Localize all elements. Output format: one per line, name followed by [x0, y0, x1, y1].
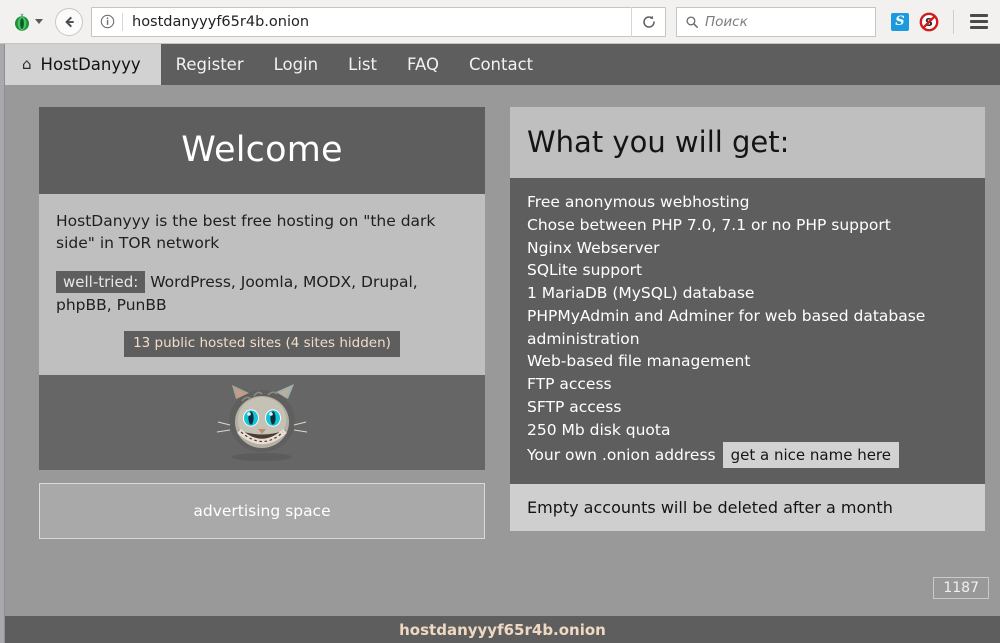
- page-viewport: ⌂ HostDanyyy Register Login List FAQ Con…: [0, 44, 1000, 643]
- list-item: SFTP access: [527, 396, 968, 419]
- left-column: Welcome HostDanyyy is the best free host…: [39, 107, 485, 539]
- chevron-down-icon: [35, 19, 43, 24]
- list-item: 1 MariaDB (MySQL) database: [527, 282, 968, 305]
- right-column: What you will get: Free anonymous webhos…: [510, 107, 985, 539]
- cheshire-cat-icon: [208, 381, 316, 463]
- toolbar-left-group: hostdanyyyf65r4b.onion Поиск: [8, 7, 876, 37]
- tor-onion-menu-button[interactable]: [8, 10, 47, 34]
- nav-item-login[interactable]: Login: [259, 44, 334, 85]
- url-text[interactable]: hostdanyyyf65r4b.onion: [123, 14, 631, 30]
- background-window-sliver: [0, 44, 5, 643]
- nav-item-register[interactable]: Register: [161, 44, 259, 85]
- back-arrow-icon: [61, 14, 77, 30]
- reload-icon: [641, 14, 657, 30]
- list-item: Free anonymous webhosting: [527, 191, 968, 214]
- list-item: Chose between PHP 7.0, 7.1 or no PHP sup…: [527, 214, 968, 237]
- get-nice-name-button[interactable]: get a nice name here: [723, 442, 899, 468]
- skype-extension-icon[interactable]: S: [891, 13, 909, 31]
- advertising-space-box[interactable]: advertising space: [39, 483, 485, 539]
- toolbar-divider: [953, 10, 954, 34]
- list-item: FTP access: [527, 373, 968, 396]
- list-item: SQLite support: [527, 259, 968, 282]
- welcome-panel-title: Welcome: [39, 107, 485, 194]
- list-item: Web-based file management: [527, 350, 968, 373]
- toolbar-right-group: S S: [891, 9, 992, 34]
- nav-item-list[interactable]: List: [333, 44, 392, 85]
- search-icon: [685, 15, 699, 29]
- back-button[interactable]: [55, 8, 83, 36]
- home-icon: ⌂: [22, 57, 32, 72]
- onion-logo-icon: [12, 12, 32, 32]
- footer-onion-address: hostdanyyyf65r4b.onion: [399, 621, 606, 639]
- welcome-intro-text: HostDanyyy is the best free hosting on "…: [56, 210, 468, 255]
- welcome-panel: Welcome HostDanyyy is the best free host…: [39, 107, 485, 539]
- noscript-extension-icon[interactable]: S: [919, 12, 939, 32]
- advertising-space-label: advertising space: [193, 502, 330, 520]
- hosted-sites-counter-wrap: 13 public hosted sites (4 sites hidden): [56, 331, 468, 357]
- features-panel-title: What you will get:: [510, 107, 985, 178]
- site-navbar: ⌂ HostDanyyy Register Login List FAQ Con…: [5, 44, 1000, 85]
- nav-item-contact[interactable]: Contact: [454, 44, 548, 85]
- cheshire-cat-banner: [39, 375, 485, 470]
- onion-address-label: Your own .onion address: [527, 446, 716, 464]
- page-content: Welcome HostDanyyy is the best free host…: [5, 85, 1000, 539]
- hosted-sites-badge[interactable]: 13 public hosted sites (4 sites hidden): [124, 331, 400, 357]
- features-list: Free anonymous webhosting Chose between …: [527, 191, 968, 468]
- reload-button[interactable]: [631, 7, 665, 37]
- features-panel-body: Free anonymous webhosting Chose between …: [510, 178, 985, 484]
- list-item: PHPMyAdmin and Adminer for web based dat…: [527, 305, 968, 351]
- search-input-placeholder[interactable]: Поиск: [705, 14, 748, 30]
- features-panel-footnote: Empty accounts will be deleted after a m…: [510, 484, 985, 531]
- hit-counter-badge: 1187: [933, 577, 989, 599]
- browser-toolbar: hostdanyyyf65r4b.onion Поиск S S: [0, 0, 1000, 44]
- hamburger-menu-icon[interactable]: [968, 9, 990, 34]
- well-tried-line: well-tried:WordPress, Joomla, MODX, Drup…: [56, 271, 468, 316]
- site-identity-icon[interactable]: [92, 14, 122, 29]
- search-bar[interactable]: Поиск: [676, 7, 876, 37]
- onion-address-item: Your own .onion address get a nice name h…: [527, 442, 968, 468]
- features-panel: What you will get: Free anonymous webhos…: [510, 107, 985, 531]
- list-item: 250 Mb disk quota: [527, 419, 968, 442]
- info-icon: [100, 14, 115, 29]
- nav-brand-hostdanyyy[interactable]: ⌂ HostDanyyy: [5, 44, 161, 85]
- nav-item-faq[interactable]: FAQ: [392, 44, 454, 85]
- site-footer: hostdanyyyf65r4b.onion: [5, 616, 1000, 643]
- well-tried-tag: well-tried:: [56, 271, 145, 293]
- list-item: Nginx Webserver: [527, 237, 968, 260]
- nav-brand-label: HostDanyyy: [41, 55, 141, 74]
- welcome-panel-body: HostDanyyy is the best free hosting on "…: [39, 194, 485, 375]
- url-bar[interactable]: hostdanyyyf65r4b.onion: [91, 7, 666, 37]
